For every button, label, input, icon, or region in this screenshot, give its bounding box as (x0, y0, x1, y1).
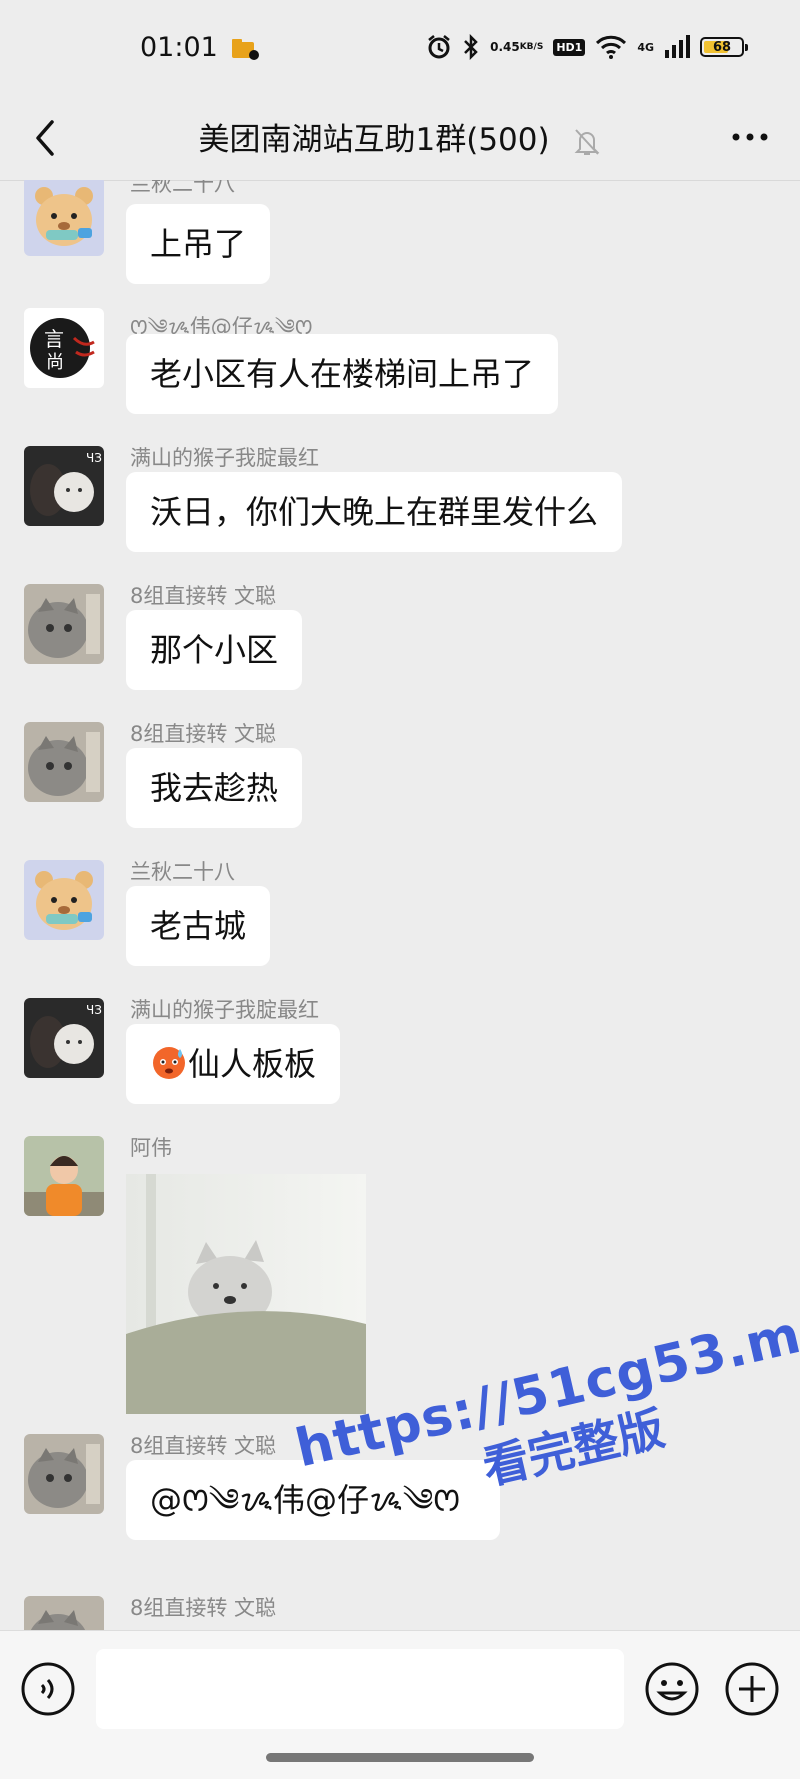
chat-title: 美团南湖站互助1群(500) (198, 122, 550, 158)
bear-avatar[interactable] (24, 180, 104, 256)
sender-name: 阿伟 (130, 1136, 172, 1160)
sender-name: 兰秋二十八 (130, 180, 235, 196)
network-type: 4G (637, 40, 654, 54)
sender-name: 8组直接转 文聪 (130, 1596, 277, 1620)
notification-folder-icon (232, 39, 259, 60)
svg-text:言: 言 (44, 327, 64, 351)
message-bubble[interactable]: 我去趁热 (126, 748, 303, 828)
chat-message-list[interactable]: 兰秋二十八 上吊了 言 尚 ꯁ༄ᝰ伟@仔ᝰ༄ꯁ 老小区有人在楼梯间上吊了 ЧЗ (0, 180, 800, 1630)
home-indicator[interactable] (266, 1753, 534, 1762)
shiba-dog-photo[interactable] (126, 1174, 366, 1414)
message-bubble[interactable]: 老小区有人在楼梯间上吊了 (126, 334, 559, 414)
message-bubble[interactable]: 那个小区 (126, 610, 303, 690)
mute-icon (575, 128, 600, 155)
cat-avatar[interactable] (24, 1434, 104, 1514)
chat-title-container: 美团南湖站互助1群(500) (0, 114, 800, 159)
battery-icon: 68 (700, 37, 748, 57)
plus-icon[interactable] (724, 1661, 780, 1717)
message-bubble[interactable]: @ꯁ༄ᝰ伟@仔ᝰ༄ꯁ (126, 1460, 501, 1540)
bear-avatar[interactable] (24, 860, 104, 940)
svg-text:尚: 尚 (46, 352, 64, 373)
status-icons: 0.45 KB/S HD1 4G 68 (426, 34, 748, 60)
calligraphy-avatar[interactable]: 言 尚 (24, 308, 104, 388)
input-bar (0, 1630, 800, 1779)
message-input[interactable] (96, 1649, 624, 1729)
speed-unit: KB/S (519, 42, 544, 52)
sender-name: 满山的猴子我腚最红 (130, 446, 319, 470)
cat-avatar[interactable] (24, 722, 104, 802)
signal-icon (665, 35, 690, 58)
wifi-icon (596, 35, 627, 59)
sender-name: 8组直接转 文聪 (130, 584, 277, 608)
svg-text:ЧЗ: ЧЗ (86, 1003, 102, 1017)
message-bubble[interactable]: 仙人板板 (126, 1024, 341, 1104)
hd-badge: HD1 (553, 38, 586, 56)
emoji-icon[interactable] (644, 1661, 700, 1717)
message-bubble[interactable]: 老古城 (126, 886, 271, 966)
voice-icon[interactable] (20, 1661, 76, 1717)
sender-name: 满山的猴子我腚最红 (130, 998, 319, 1022)
bluetooth-icon (464, 34, 478, 60)
status-bar: 01:01 0.45 KB/S HD1 4G 68 (0, 0, 800, 96)
alarm-icon (428, 35, 450, 59)
child-avatar[interactable] (24, 1136, 104, 1216)
speed-value: 0.45 (490, 40, 520, 54)
person-cat-avatar[interactable]: ЧЗ (24, 446, 104, 526)
message-text: 仙人板板 (188, 1045, 317, 1083)
cat-avatar[interactable] (24, 584, 104, 664)
chat-header: 美团南湖站互助1群(500) (0, 96, 800, 181)
sender-name: 8组直接转 文聪 (130, 722, 277, 746)
sweat-face-emoji (153, 1047, 185, 1079)
battery-level: 68 (712, 39, 732, 55)
status-time: 01:01 (140, 32, 218, 63)
sender-name: 兰秋二十八 (130, 860, 235, 884)
cat-avatar[interactable] (24, 1596, 104, 1630)
message-bubble[interactable]: 上吊了 (126, 204, 271, 284)
sender-name: 8组直接转 文聪 (130, 1434, 277, 1458)
network-speed: 0.45 KB/S (490, 41, 543, 53)
more-icon[interactable] (728, 120, 772, 154)
person-cat-avatar[interactable]: ЧЗ (24, 998, 104, 1078)
svg-text:ЧЗ: ЧЗ (86, 451, 102, 465)
message-bubble[interactable]: 沃日，你们大晚上在群里发什么 (126, 472, 623, 552)
